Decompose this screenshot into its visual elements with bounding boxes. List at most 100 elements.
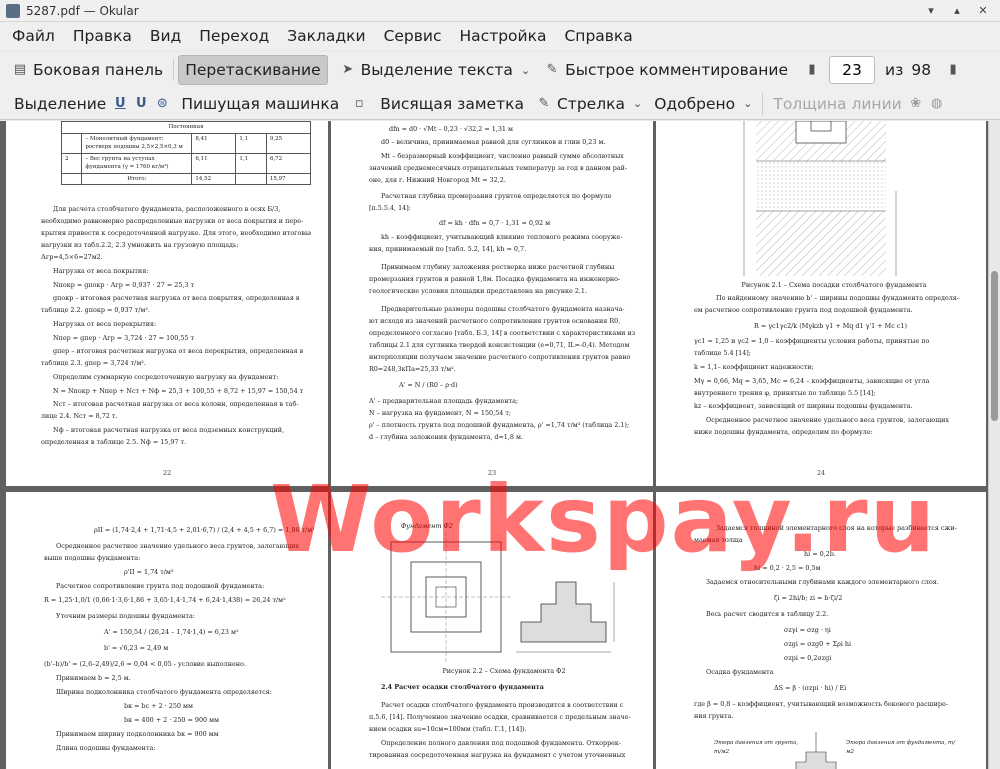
chevron-down-icon[interactable]: ⌄ xyxy=(521,64,530,77)
formula: dfn = d0 · √Mt – 0,23 · √32,2 = 1,31 м xyxy=(389,125,513,133)
text-line: Принимаем глубину заложения ростверка ни… xyxy=(381,263,615,271)
formula: Nпокр = gпокр · Агр = 0,937 · 27 = 25,3 … xyxy=(53,281,195,289)
menu-tools[interactable]: Сервис xyxy=(375,22,451,50)
formula: df = kh · dfn = 0,7 · 1,31 = 0,92 м xyxy=(439,219,551,227)
text-line: Нагрузка от веса перекрытия: xyxy=(53,320,157,328)
page-25-text: ρII = (1,74·2,4 + 1,71·4,5 + 2,01·6,7) /… xyxy=(44,526,314,769)
menu-edit[interactable]: Правка xyxy=(64,22,141,50)
highlight-button[interactable]: Выделение xyxy=(8,89,112,119)
formula: σzgi = σzg0 + Σρi hi xyxy=(784,640,852,648)
text-line: Определим суммарную сосредоточенную нагр… xyxy=(53,373,279,381)
scrollbar-thumb[interactable] xyxy=(991,271,998,421)
text-line: По найденному значению b' – ширины подош… xyxy=(716,294,959,302)
next-page-icon[interactable]: ▮ xyxy=(945,62,961,78)
text-line: A' – предварительная площадь фундамента; xyxy=(369,397,519,405)
highlight-label: Выделение xyxy=(14,94,107,113)
text-line: определенного согласно [табл. Б.3, 14] в… xyxy=(369,329,636,337)
squiggle-icon[interactable]: U xyxy=(133,96,149,112)
menu-file[interactable]: Файл xyxy=(0,22,64,50)
page-27: Задаемся толщиной элементарного слоя на … xyxy=(656,492,986,769)
page-total: 98 xyxy=(911,61,932,79)
text-line: R0=248,3кПа=25,33 т/м². xyxy=(369,365,456,373)
strikeout-icon[interactable]: ⊜ xyxy=(154,96,170,112)
sidebar-button[interactable]: ▤ Боковая панель xyxy=(6,55,169,85)
page-number-input[interactable] xyxy=(829,56,875,84)
text-line: Задаемся относительными глубинами каждог… xyxy=(706,578,939,586)
text-line: Длина подошвы фундамента: xyxy=(56,744,156,752)
color-palette-icon[interactable]: ❀ xyxy=(908,96,924,112)
text-line: kh – коэффициент, учитывающий влияние те… xyxy=(381,233,623,241)
line-width-button[interactable]: Толщина линии xyxy=(767,89,907,119)
diagram-legend: Эпюра давления от грунта, т/м2 xyxy=(714,740,799,755)
figure-label: Фундамент Ф2 xyxy=(401,522,453,530)
page-22: Постоянная – Монолитный фундамент: роств… xyxy=(6,121,328,486)
text-line: γc1 = 1,25 и γc2 = 1,0 – коэффициенты ус… xyxy=(694,337,930,345)
formula: Nпер = gпер · Агр = 3,724 · 27 = 100,55 … xyxy=(53,334,195,342)
menu-settings[interactable]: Настройка xyxy=(451,22,556,50)
chevron-down-icon[interactable]: ⌄ xyxy=(743,97,752,110)
text-line: N – нагрузка на фундамент, N = 150,54 т; xyxy=(369,409,512,417)
soil-profile-drawing xyxy=(743,121,897,276)
text-line: Агр=4,5×6=27м2. xyxy=(41,253,103,261)
drag-mode-button[interactable]: Перетаскивание xyxy=(178,55,328,85)
close-icon[interactable]: ✕ xyxy=(974,4,992,18)
text-line: k = 1,1– коэффициент надежности; xyxy=(694,363,814,371)
okular-app-icon xyxy=(6,3,20,18)
text-line: Ширина подколонника столбчатого фундамен… xyxy=(56,688,272,696)
stamp-button[interactable]: Одобрено ⌄ xyxy=(648,89,758,119)
page-25: ρII = (1,74·2,4 + 1,71·4,5 + 2,01·6,7) /… xyxy=(6,492,328,769)
underline-icon[interactable]: U xyxy=(112,96,128,112)
text-line: ния грунта. xyxy=(694,712,734,720)
toolbar-separator xyxy=(762,92,764,115)
menu-view[interactable]: Вид xyxy=(141,22,190,50)
menu-bookmarks[interactable]: Закладки xyxy=(278,22,374,50)
text-line: Nф – итоговая расчетная нагрузка от веса… xyxy=(53,426,285,434)
maximize-icon[interactable]: ▴ xyxy=(948,4,966,18)
text-select-button[interactable]: ➤ Выделение текста ⌄ xyxy=(334,55,536,85)
text-line: [п.5.5.4, 14]: xyxy=(369,204,411,212)
text-line: gпер – итоговая расчетная нагрузка от ве… xyxy=(53,347,304,355)
formula: ΔS = β · (σzpi · hi) / Ei xyxy=(774,684,847,692)
text-line: таблице 5.4 [14]; xyxy=(694,349,751,357)
arrow-button[interactable]: ✎ Стрелка ⌄ xyxy=(530,89,648,119)
arrow-pen-icon: ✎ xyxy=(538,95,550,111)
formula: R = 1,25·1,0/1 (0,66·1·3,6·1,86 + 3,65·1… xyxy=(44,596,286,604)
document-viewer[interactable]: Постоянная – Монолитный фундамент: роств… xyxy=(0,121,988,769)
text-line: промерзания грунтов и равной 1,8м. Посад… xyxy=(369,275,621,283)
text-line: d – глубина заложения фундамента, d=1,8 … xyxy=(369,433,523,441)
opacity-icon[interactable]: ◍ xyxy=(929,96,945,112)
text-line: оне, для г. Нижний Новгород Mt = 32,2. xyxy=(369,176,506,184)
text-line: лице 2.4. Nст = 8,72 т. xyxy=(41,412,118,420)
text-line: Осадка фундамента xyxy=(706,668,774,676)
figure-caption: Рисунок 2.1 – Схема посадки столбчатого … xyxy=(741,281,927,289)
typewriter-button[interactable]: Пишущая машинка xyxy=(175,89,345,119)
text-line: kz – коэффициент, зависящий от ширины по… xyxy=(694,402,913,410)
text-line: ют исходя из значений расчетного сопроти… xyxy=(369,317,621,325)
page-23-text: dfn = d0 · √Mt – 0,23 · √32,2 = 1,31 м d… xyxy=(369,125,637,465)
formula: R = γc1γc2/k (Mγkzb γ1 + Mq d1 γ'1 + Mc … xyxy=(754,322,907,330)
text-line: Принимаем b = 2,5 м. xyxy=(56,674,131,682)
quick-comment-button[interactable]: ✎ Быстрое комментирование xyxy=(538,55,794,85)
toolbar-separator xyxy=(173,59,175,81)
page-24: Рисунок 2.1 – Схема посадки столбчатого … xyxy=(656,121,986,486)
text-line: Расчетная глубина промерзания грунтов оп… xyxy=(381,192,612,200)
menu-go[interactable]: Переход xyxy=(190,22,278,50)
text-line: маемая толща xyxy=(694,536,743,544)
annotation-toolbar: Выделение U U ⊜ Пишущая машинка ▫ Висяща… xyxy=(0,88,1000,120)
table-row: Итого: 14,52 15,97 xyxy=(60,172,312,186)
pen-icon: ✎ xyxy=(546,62,558,77)
text-line: выше подошвы фундамента: xyxy=(44,554,141,562)
previous-page-icon[interactable]: ▮ xyxy=(804,62,820,78)
title-bar: 5287.pdf — Okular ▾ ▴ ✕ xyxy=(0,0,1000,22)
text-line: ρ' – плотность грунта под подошвой фунда… xyxy=(369,421,630,429)
text-line: геологические условия площадки представл… xyxy=(369,287,588,295)
menu-help[interactable]: Справка xyxy=(555,22,641,50)
chevron-down-icon[interactable]: ⌄ xyxy=(633,97,642,110)
figure-caption: Рисунок 2.2 – Схема фундамента Ф2 xyxy=(442,667,566,675)
vertical-scrollbar[interactable] xyxy=(988,121,1000,769)
table-header: Постоянная xyxy=(61,121,311,134)
page-27-text: Задаемся толщиной элементарного слоя на … xyxy=(694,524,974,734)
minimize-icon[interactable]: ▾ xyxy=(922,4,940,18)
sticky-note-button[interactable]: ▫ Висящая заметка xyxy=(345,89,530,119)
table-row: 2 – Вес грунта на уступах фундамента (γ … xyxy=(60,152,312,174)
